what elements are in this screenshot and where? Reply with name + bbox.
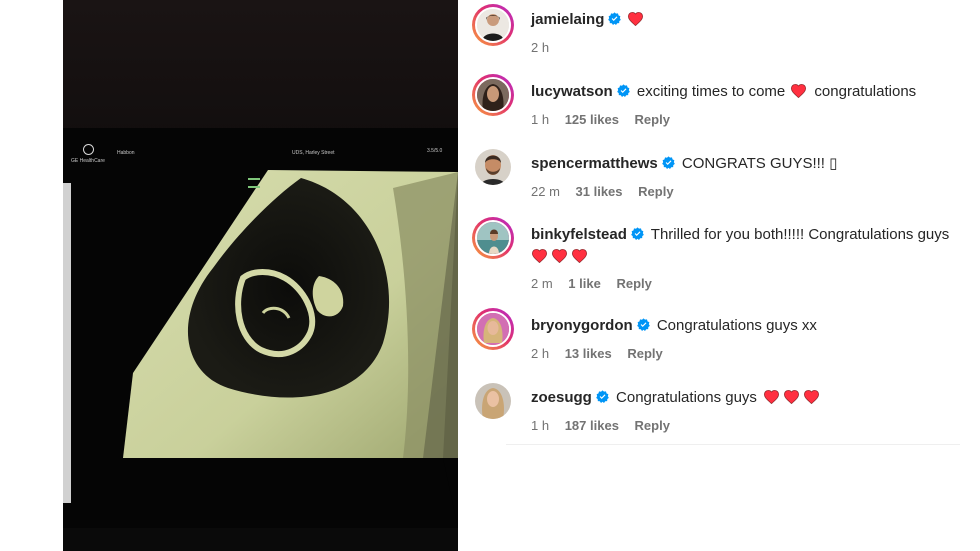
verified-badge-icon	[631, 227, 644, 240]
comment-username[interactable]: spencermatthews	[531, 155, 658, 172]
photo-bottom	[63, 528, 458, 551]
photo-background	[63, 0, 458, 140]
red-heart-emoji-icon	[783, 389, 800, 404]
comment-time: 2 m	[531, 276, 553, 291]
comment-likes[interactable]: 13 likes	[565, 346, 612, 361]
ultrasound-monitor: GE HealthCare Habbon UDS, Harley Street …	[63, 128, 458, 528]
reply-button[interactable]: Reply	[616, 276, 651, 291]
comment-time: 1 h	[531, 418, 550, 433]
comment-likes[interactable]: 31 likes	[576, 184, 623, 199]
comment-time: 1 h	[531, 112, 550, 127]
avatar-jamielaing[interactable]	[472, 4, 514, 46]
comment-text: exciting times to come	[636, 83, 786, 100]
verified-badge-icon	[662, 156, 675, 169]
verified-badge-icon	[637, 318, 650, 331]
avatar-man-beard-icon	[475, 149, 511, 185]
avatar-woman-light-hair-icon	[475, 383, 511, 419]
verified-badge-icon	[608, 12, 621, 25]
red-heart-emoji-icon	[551, 248, 568, 263]
avatar-woman-beach-icon	[475, 220, 511, 256]
avatar-woman-dark-hair-icon	[475, 77, 511, 113]
reply-button[interactable]: Reply	[635, 418, 670, 433]
verified-badge-icon	[617, 84, 630, 97]
comments-list: jamielaing 2 h lucywatson exciting times…	[472, 0, 972, 551]
comment-username[interactable]: binkyfelstead	[531, 226, 627, 243]
red-heart-emoji-icon	[790, 83, 807, 98]
avatar-spencermatthews[interactable]	[472, 146, 514, 188]
avatar-zoesugg[interactable]	[472, 380, 514, 422]
comment-time: 22 m	[531, 184, 560, 199]
post-photo[interactable]: GE HealthCare Habbon UDS, Harley Street …	[63, 0, 458, 551]
ultrasound-scan-image	[123, 170, 458, 528]
red-heart-emoji-icon	[627, 11, 644, 26]
comments-divider	[506, 444, 960, 445]
red-heart-emoji-icon	[571, 248, 588, 263]
avatar-man-black-shirt-icon	[475, 7, 511, 43]
reply-button[interactable]: Reply	[627, 346, 662, 361]
verified-badge-icon	[596, 390, 609, 403]
comment-likes[interactable]: 187 likes	[565, 418, 619, 433]
comment-text-after: congratulations	[814, 83, 917, 100]
avatar-woman-blonde-icon	[475, 311, 511, 347]
avatar-bryonygordon[interactable]	[472, 308, 514, 350]
avatar-lucywatson[interactable]	[472, 74, 514, 116]
red-heart-emoji-icon	[803, 389, 820, 404]
comment-text: CONGRATS GUYS!!! ▯	[681, 155, 838, 172]
comment-time: 2 h	[531, 40, 550, 55]
red-heart-emoji-icon	[531, 248, 548, 263]
reply-button[interactable]: Reply	[638, 184, 673, 199]
comment-username[interactable]: lucywatson	[531, 83, 613, 100]
comment-hearts	[531, 248, 961, 268]
avatar-binkyfelstead[interactable]	[472, 217, 514, 259]
comment-text: Congratulations guys	[616, 389, 757, 406]
comment-username[interactable]: zoesugg	[531, 389, 592, 406]
reply-button[interactable]: Reply	[635, 112, 670, 127]
comment-time: 2 h	[531, 346, 550, 361]
marker-icon	[248, 178, 260, 188]
comment-likes[interactable]: 1 like	[568, 276, 601, 291]
comment-text: Thrilled for you both!!!!! Congratulatio…	[650, 226, 950, 243]
comment-text: Congratulations guys xx	[656, 317, 817, 334]
red-heart-emoji-icon	[763, 389, 780, 404]
comment-username[interactable]: jamielaing	[531, 11, 604, 28]
comment-username[interactable]: bryonygordon	[531, 317, 633, 334]
comment-likes[interactable]: 125 likes	[565, 112, 619, 127]
